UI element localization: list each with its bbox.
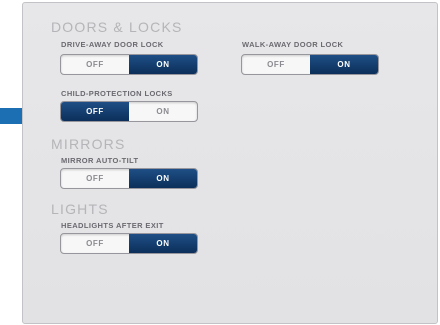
headlights-after-exit-off-option[interactable]: OFF: [61, 234, 129, 253]
section-title-mirrors: MIRRORS: [51, 136, 126, 152]
mirror-auto-tilt-on-option[interactable]: ON: [129, 169, 197, 188]
child-protection-locks-off-option[interactable]: OFF: [61, 102, 129, 121]
child-protection-locks-toggle[interactable]: OFF ON: [60, 101, 198, 122]
walk-away-door-lock-label: WALK-AWAY DOOR LOCK: [242, 40, 344, 49]
mirror-auto-tilt-label: MIRROR AUTO-TILT: [61, 156, 139, 165]
headlights-after-exit-toggle[interactable]: OFF ON: [60, 233, 198, 254]
walk-away-door-lock-toggle[interactable]: OFF ON: [241, 54, 379, 75]
settings-panel: DOORS & LOCKS DRIVE-AWAY DOOR LOCK OFF O…: [22, 2, 438, 324]
drive-away-door-lock-on-option[interactable]: ON: [129, 55, 197, 74]
headlights-after-exit-label: HEADLIGHTS AFTER EXIT: [61, 221, 164, 230]
mirror-auto-tilt-toggle[interactable]: OFF ON: [60, 168, 198, 189]
drive-away-door-lock-off-option[interactable]: OFF: [61, 55, 129, 74]
walk-away-door-lock-off-option[interactable]: OFF: [242, 55, 310, 74]
drive-away-door-lock-label: DRIVE-AWAY DOOR LOCK: [61, 40, 164, 49]
section-title-lights: LIGHTS: [51, 201, 109, 217]
headlights-after-exit-on-option[interactable]: ON: [129, 234, 197, 253]
section-title-doors-locks: DOORS & LOCKS: [51, 19, 183, 35]
child-protection-locks-label: CHILD-PROTECTION LOCKS: [61, 89, 173, 98]
drive-away-door-lock-toggle[interactable]: OFF ON: [60, 54, 198, 75]
walk-away-door-lock-on-option[interactable]: ON: [310, 55, 378, 74]
child-protection-locks-on-option[interactable]: ON: [129, 102, 197, 121]
mirror-auto-tilt-off-option[interactable]: OFF: [61, 169, 129, 188]
